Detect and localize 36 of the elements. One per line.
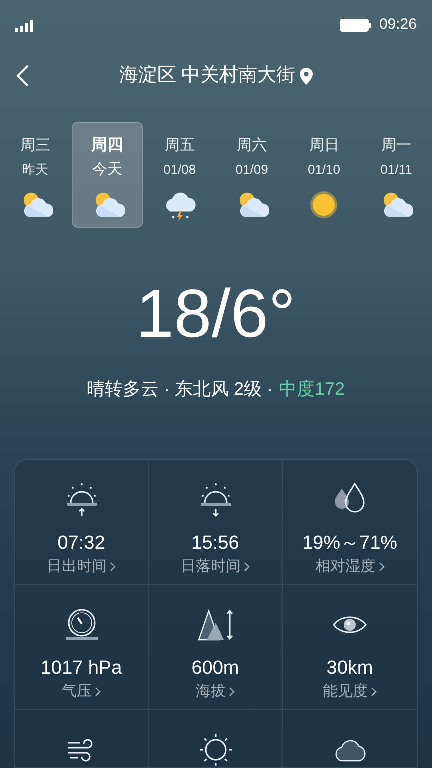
air-quality[interactable]: 中度172	[278, 376, 346, 403]
detail-link[interactable]: 海拔	[196, 682, 235, 702]
eye-icon	[333, 614, 367, 636]
clock-time: 09:26	[379, 14, 417, 35]
location-title[interactable]: 海淀区 中关村南大街	[119, 62, 296, 90]
detail-value: 15:56	[192, 532, 240, 556]
mountain-height-icon	[196, 609, 234, 641]
detail-value: 1017 hPa	[40, 657, 122, 681]
day-tab[interactable]: 周一 01/11	[360, 122, 432, 228]
location-pin-icon	[300, 68, 313, 84]
day-tab[interactable]: 周三 昨天	[0, 122, 71, 228]
chevron-icon	[378, 562, 384, 572]
day-tab[interactable]: 周六 01/09	[216, 122, 288, 228]
chevron-icon	[110, 562, 116, 572]
battery-icon	[340, 18, 372, 32]
day-tab[interactable]: 周四 今天	[72, 122, 144, 228]
gauge-icon	[64, 609, 100, 641]
sun-icon	[310, 191, 338, 219]
detail-link[interactable]: 气压	[62, 682, 101, 702]
sun-outline-icon	[198, 732, 234, 767]
chevron-icon	[244, 562, 250, 572]
detail-value: 07:32	[58, 532, 106, 556]
day-tab[interactable]: 周日 01/10	[288, 122, 360, 228]
chevron-icon	[229, 687, 235, 697]
detail-link[interactable]: 能见度	[323, 682, 377, 702]
detail-value: 19%～71%	[302, 532, 398, 556]
detail-value: 600m	[192, 657, 240, 681]
detail-value: 30km	[326, 657, 374, 681]
detail-link[interactable]: 日出时间	[47, 557, 116, 577]
chevron-icon	[95, 687, 101, 697]
detail-link[interactable]: 日落时间	[181, 557, 250, 577]
day-tab[interactable]: 周五 01/08	[144, 122, 216, 228]
temperature: 18/6°	[136, 275, 296, 354]
chevron-icon	[371, 687, 377, 697]
weather-summary: 晴转多云 · 东北风 2级 ·	[86, 378, 273, 401]
detail-link[interactable]: 相对湿度	[316, 557, 384, 577]
